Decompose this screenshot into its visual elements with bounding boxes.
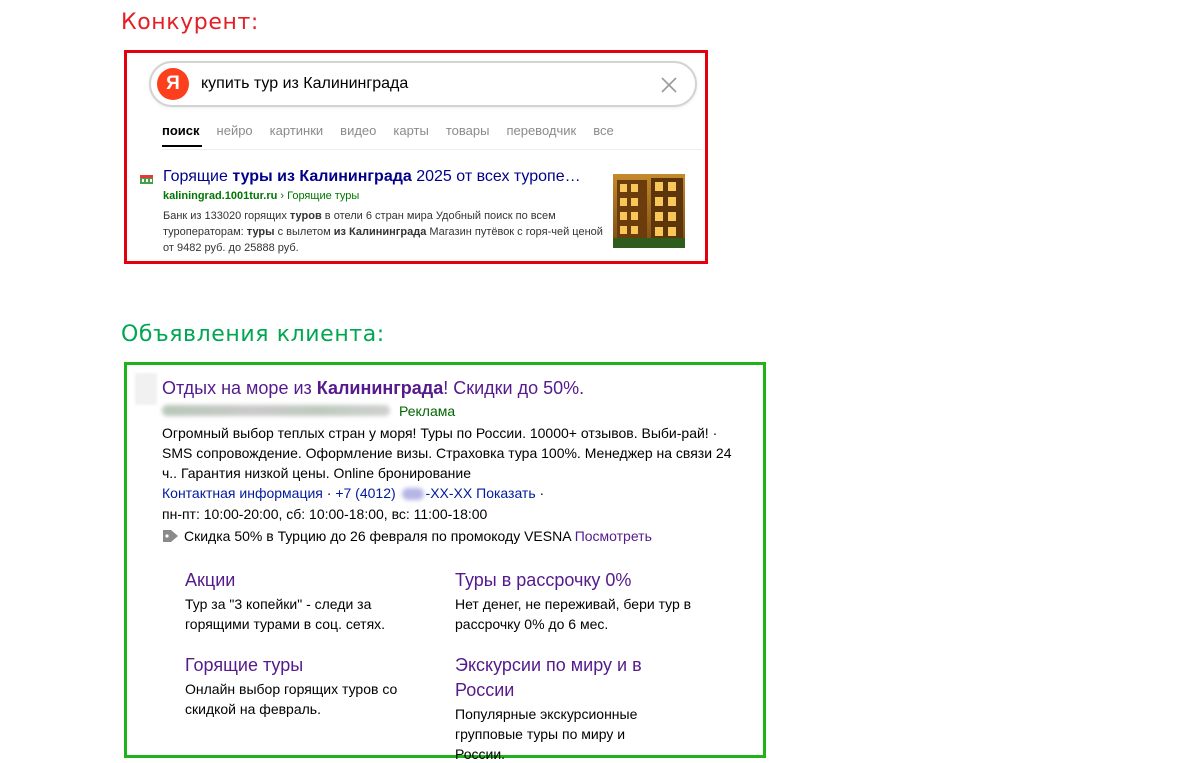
search-bar[interactable]: Я купить тур из Калининграда <box>149 61 697 107</box>
sitelink-title[interactable]: Туры в рассрочку 0% <box>455 568 705 593</box>
sitelink-title[interactable]: Экскурсии по миру и в России <box>455 653 675 703</box>
sitelink-description: Популярные экскурсионные групповые туры … <box>455 706 638 762</box>
yandex-logo-icon[interactable]: Я <box>157 68 189 100</box>
ad-label: Реклама <box>399 403 456 419</box>
result-description: Банк из 133020 горящих туров в отели 6 с… <box>163 210 603 254</box>
sitelink-hot-tours: Горящие туры Онлайн выбор горящих туров … <box>185 653 435 719</box>
sitelink-promotions: Акции Тур за "3 копейки" - следи за горя… <box>185 568 435 634</box>
active-tab-underline <box>162 145 202 147</box>
ad-working-hours: пн-пт: 10:00-20:00, сб: 10:00-18:00, вс:… <box>162 506 488 522</box>
tab-all[interactable]: все <box>593 123 614 138</box>
sitelink-description: Онлайн выбор горящих туров со скидкой на… <box>185 681 398 717</box>
promo-view-link[interactable]: Посмотреть <box>575 528 652 544</box>
client-ad-box: Отдых на море из Калининграда! Скидки до… <box>124 362 766 762</box>
ad-promo: Скидка 50% в Турцию до 26 февраля по про… <box>162 528 652 544</box>
contact-info-link[interactable]: Контактная информация <box>162 485 323 501</box>
sitelink-title[interactable]: Горящие туры <box>185 653 435 678</box>
competitor-box: Я купить тур из Калининграда поиск нейро… <box>124 50 708 264</box>
sitelink-description: Нет денег, не переживай, бери тур в расс… <box>455 596 692 632</box>
site-favicon-icon <box>140 175 153 184</box>
ad-title-link[interactable]: Отдых на море из Калининграда! Скидки до… <box>162 378 584 399</box>
tab-goods[interactable]: товары <box>446 123 490 138</box>
close-icon[interactable] <box>659 75 679 95</box>
client-heading: Объявления клиента: <box>121 322 385 347</box>
tab-images[interactable]: картинки <box>270 123 324 138</box>
competitor-heading: Конкурент: <box>121 10 259 35</box>
sitelink-excursions: Экскурсии по миру и в России Популярные … <box>455 653 675 763</box>
show-phone-link[interactable]: Показать <box>476 485 536 501</box>
search-input[interactable]: купить тур из Калининграда <box>201 75 408 93</box>
ad-favicon-icon <box>135 373 157 405</box>
search-tabs: поиск нейро картинки видео карты товары … <box>162 123 631 138</box>
sitelink-installments: Туры в рассрочку 0% Нет денег, не пережи… <box>455 568 705 634</box>
ad-contacts: Контактная информация · +7 (4012) -XX-XX… <box>162 485 545 501</box>
ad-url-redacted[interactable] <box>162 405 390 416</box>
sitelink-description: Тур за "3 копейки" - следи за горящими т… <box>185 596 386 632</box>
result-title-link[interactable]: Горящие туры из Калининграда 2025 от все… <box>163 168 581 186</box>
sitelink-title[interactable]: Акции <box>185 568 435 593</box>
tabs-divider <box>162 149 702 150</box>
page: Конкурент: Я купить тур из Калининграда … <box>0 0 1196 763</box>
ad-description: Огромный выбор теплых стран у моря! Туры… <box>162 425 732 481</box>
phone-redacted <box>401 488 424 501</box>
hotel-thumbnail-image[interactable] <box>613 174 685 248</box>
tag-icon <box>163 530 178 542</box>
tab-translator[interactable]: переводчик <box>506 123 576 138</box>
tab-maps[interactable]: карты <box>393 123 428 138</box>
tab-video[interactable]: видео <box>340 123 376 138</box>
tab-neuro[interactable]: нейро <box>217 123 253 138</box>
phone-link[interactable]: +7 (4012) -XX-XX Показать <box>335 485 535 501</box>
tab-search[interactable]: поиск <box>162 123 200 138</box>
result-url[interactable]: kaliningrad.1001tur.ru › Горящие туры <box>163 190 359 202</box>
